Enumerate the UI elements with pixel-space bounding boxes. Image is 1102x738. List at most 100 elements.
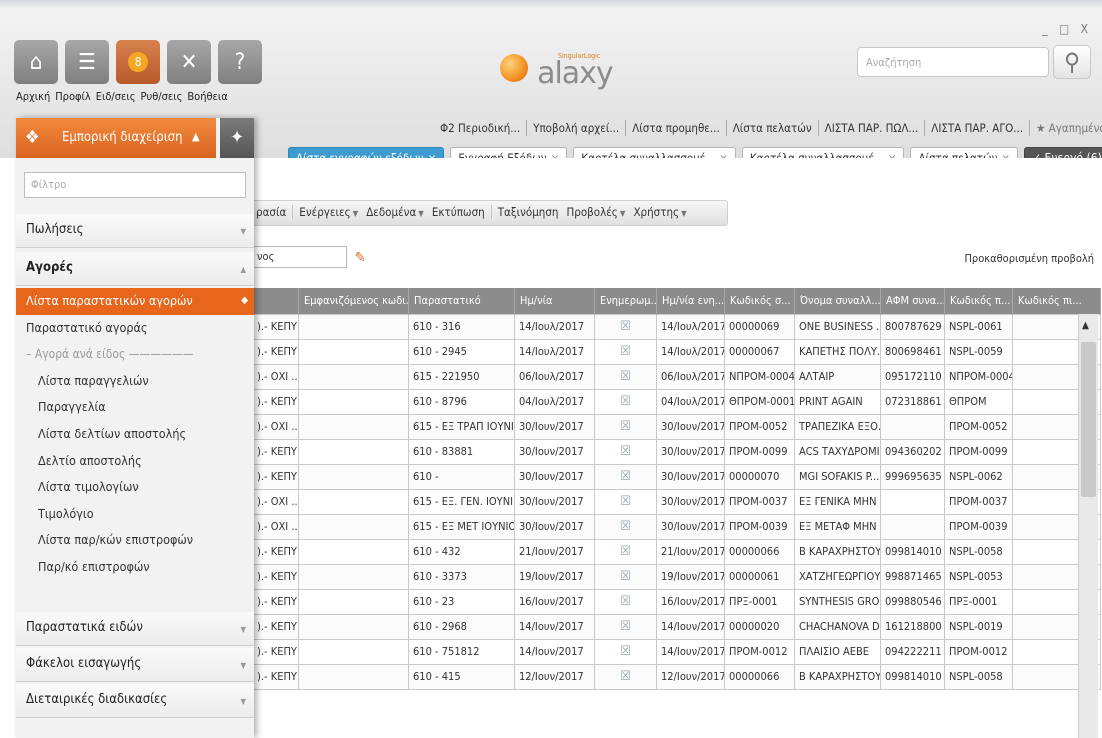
module-header[interactable]: ❖ Εμπορική διαχείριση ▲: [16, 118, 216, 158]
settings-label[interactable]: Ρυθ/σεις: [141, 90, 183, 103]
column-header[interactable]: Κωδικός σ...: [724, 288, 795, 314]
scrollbar-thumb[interactable]: [1081, 342, 1096, 497]
section-intercompany[interactable]: Διεταιρικές διαδικασίες ▼: [16, 684, 254, 718]
scroll-up-icon[interactable]: ▲: [1082, 320, 1089, 331]
sub-item-delivery-notes-list[interactable]: Λίστα δελτίων αποστολής: [16, 421, 254, 448]
favorite-link[interactable]: Λίστα πελατών: [725, 120, 818, 136]
sub-item-returns-list[interactable]: Λίστα παρ/κών επιστροφών: [16, 527, 254, 554]
table-row[interactable]: ).- ΚΕΠΥ...610 - 8388130/Ιουν/2017☒30/Ιο…: [252, 438, 1101, 465]
favorite-link[interactable]: ΛΙΣΤΑ ΠΑΡ. ΑΓΟ...: [924, 120, 1029, 136]
updated-checkbox[interactable]: ☒: [594, 488, 657, 515]
menu-item-print[interactable]: Εκτύπωση: [428, 205, 489, 219]
pencil-icon[interactable]: ✎: [355, 250, 366, 266]
panel-filter-input[interactable]: Φίλτρο: [24, 172, 246, 198]
menu-item-views[interactable]: Προβολές ▼: [562, 205, 629, 219]
table-row[interactable]: ).- ΚΕΠΥ...610 -30/Ιουν/2017☒30/Ιουν/201…: [252, 463, 1101, 490]
updated-checkbox[interactable]: ☒: [594, 463, 657, 490]
favorite-link[interactable]: Λίστα προμηθε...: [625, 120, 726, 136]
sub-item-orders-list[interactable]: Λίστα παραγγελιών: [16, 368, 254, 395]
table-row[interactable]: ).- ΚΕΠΥ...610 - 75181214/Ιουν/2017☒14/Ι…: [252, 638, 1101, 665]
home-label[interactable]: Αρχική: [16, 90, 50, 103]
menu-item-data[interactable]: Δεδομένα ▼: [362, 205, 428, 219]
updated-checkbox[interactable]: ☒: [594, 413, 657, 440]
table-cell: 30/Ιουν/2017: [514, 413, 595, 440]
updated-checkbox[interactable]: ☒: [594, 338, 657, 365]
sub-item-invoice[interactable]: Τιμολόγιο: [16, 501, 254, 528]
column-header[interactable]: Εμφανιζόμενος κωδι...: [298, 288, 409, 314]
window-controls[interactable]: _ □ X: [1042, 22, 1092, 36]
section-import-files[interactable]: Φάκελοι εισαγωγής ▼: [16, 648, 254, 682]
tools-icon[interactable]: ✕: [167, 40, 211, 84]
menu-item-actions[interactable]: Ενέργειες ▼: [295, 205, 362, 219]
profile-label[interactable]: Προφίλ: [55, 90, 91, 103]
column-header[interactable]: Κωδικός π...: [944, 288, 1013, 314]
section-sales[interactable]: Πωλήσεις ▼: [16, 214, 254, 248]
favorite-link[interactable]: ΛΙΣΤΑ ΠΑΡ. ΠΩΛ...: [817, 120, 925, 136]
menu-item-user[interactable]: Χρήστης ▼: [629, 205, 690, 219]
column-header[interactable]: Κωδικός πι...: [1012, 288, 1101, 314]
table-cell: [298, 313, 409, 340]
sub-item-delivery-note[interactable]: Δελτίο αποστολής: [16, 448, 254, 475]
table-row[interactable]: ).- ΟΧΙ ... 615 - ΕΞ ΜΕΤ ΙΟΥΝΙΟΥ 30/Ιουν/2…: [252, 513, 1101, 540]
table-cell: NSPL-0062: [944, 463, 1013, 490]
favorite-link[interactable]: Υποβολή αρχεί...: [526, 120, 625, 136]
pin-icon[interactable]: ✦: [220, 118, 254, 158]
profile-icon[interactable]: ☰: [65, 40, 109, 84]
updated-checkbox[interactable]: ☒: [594, 363, 657, 390]
help-icon[interactable]: ?: [218, 40, 262, 84]
table-row[interactable]: ).- ΚΕΠΥ...610 - 31614/Ιουλ/2017☒14/Ιουλ…: [252, 313, 1101, 340]
table-row[interactable]: ).- ΚΕΠΥ...610 - 294514/Ιουλ/2017☒14/Ιου…: [252, 338, 1101, 365]
column-header[interactable]: Ημ/νία: [514, 288, 595, 314]
updated-checkbox[interactable]: ☒: [594, 663, 657, 690]
notifications-label[interactable]: Ειδ/σεις: [96, 90, 136, 103]
search-icon[interactable]: ⚲: [1053, 45, 1091, 79]
table-row[interactable]: ).- ΚΕΠΥ...610 - 879604/Ιουλ/2017☒04/Ιου…: [252, 388, 1101, 415]
sub-item-order[interactable]: Παραγγελία: [16, 394, 254, 421]
updated-checkbox[interactable]: ☒: [594, 563, 657, 590]
sub-item-purchase-docs-list[interactable]: Λίστα παραστατικών αγορών ◆: [16, 288, 254, 315]
favorite-link[interactable]: Φ2 Περιοδική...: [434, 120, 526, 136]
table-row[interactable]: ).- ΚΕΠΥ...610 - 296814/Ιουν/2017☒14/Ιου…: [252, 613, 1101, 640]
help-label[interactable]: Βοήθεια: [187, 90, 227, 103]
column-header[interactable]: ΑΦΜ συνα...: [880, 288, 945, 314]
table-cell: 610 -: [408, 463, 515, 490]
favorites-menu[interactable]: ★ Αγαπημένα ▾: [1029, 120, 1102, 136]
collapse-triangle-icon[interactable]: ▲: [192, 130, 200, 143]
updated-checkbox[interactable]: ☒: [594, 638, 657, 665]
table-cell: 998871465: [880, 563, 945, 590]
section-item-docs[interactable]: Παραστατικά ειδών ▼: [16, 612, 254, 646]
updated-checkbox[interactable]: ☒: [594, 538, 657, 565]
updated-checkbox[interactable]: ☒: [594, 313, 657, 340]
search-input[interactable]: Αναζήτηση: [857, 47, 1049, 77]
table-row[interactable]: ).- ΚΕΠΥ...610 - 41512/Ιουν/2017☒12/Ιουν…: [252, 663, 1101, 690]
table-row[interactable]: ).- ΚΕΠΥ...610 - 337319/Ιουν/2017☒19/Ιου…: [252, 563, 1101, 590]
column-header[interactable]: Παραστατικό: [408, 288, 515, 314]
sub-item-invoices-list[interactable]: Λίστα τιμολογίων: [16, 474, 254, 501]
sub-item-return-doc[interactable]: Παρ/κό επιστροφών: [16, 554, 254, 581]
updated-checkbox[interactable]: ☒: [594, 588, 657, 615]
menu-item-processing[interactable]: ρασία: [252, 205, 290, 219]
sub-item-purchase-doc[interactable]: Παραστατικό αγοράς: [16, 315, 254, 342]
column-header[interactable]: Ενημερωμ...: [594, 288, 657, 314]
grid-filter-input[interactable]: νος: [252, 246, 347, 268]
table-row[interactable]: ).- ΟΧΙ ... 615 - 221950 06/Ιουλ/2017 ☒ 06/Ι…: [252, 363, 1101, 390]
table-row[interactable]: ).- ΟΧΙ ... 615 - ΕΞ. ΓΕΝ. ΙΟΥΝΙ... 30/Ιου…: [252, 488, 1101, 515]
table-row[interactable]: ).- ΚΕΠΥ...610 - 2316/Ιουν/2017☒16/Ιουν/…: [252, 588, 1101, 615]
notifications-icon[interactable]: 8: [116, 40, 160, 84]
updated-checkbox[interactable]: ☒: [594, 613, 657, 640]
section-purchases[interactable]: Αγορές ▲: [16, 252, 254, 286]
vertical-scrollbar[interactable]: ▲: [1078, 314, 1098, 738]
updated-checkbox[interactable]: ☒: [594, 513, 657, 540]
table-cell: [298, 388, 409, 415]
column-header[interactable]: [252, 288, 299, 314]
table-row[interactable]: ).- ΚΕΠΥ...610 - 43221/Ιουν/2017☒21/Ιουν…: [252, 538, 1101, 565]
updated-checkbox[interactable]: ☒: [594, 388, 657, 415]
column-header[interactable]: Ημ/νία ενη...: [656, 288, 725, 314]
table-row[interactable]: ).- ΟΧΙ ... 615 - ΕΞ ΤΡΑΠ ΙΟΥΝΙ... 30/Ιουν…: [252, 413, 1101, 440]
default-view-link[interactable]: Προκαθορισμένη προβολή: [964, 252, 1094, 265]
table-cell: [880, 413, 945, 440]
menu-item-sort[interactable]: Ταξινόμηση: [494, 205, 563, 219]
updated-checkbox[interactable]: ☒: [594, 438, 657, 465]
home-icon[interactable]: ⌂: [14, 40, 58, 84]
column-header[interactable]: Όνομα συναλλ...: [794, 288, 881, 314]
